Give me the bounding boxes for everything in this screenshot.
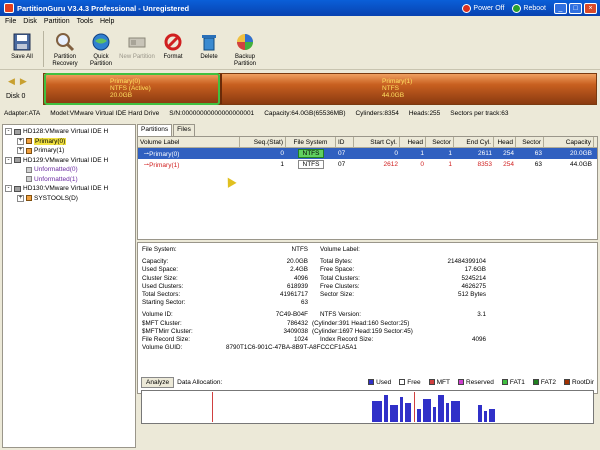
backup-partition-button[interactable]: Backup Partition bbox=[227, 28, 263, 67]
hard-disk-icon bbox=[14, 185, 21, 192]
reboot-icon bbox=[512, 3, 522, 13]
maximize-button[interactable]: □ bbox=[569, 2, 582, 14]
save-all-button[interactable]: Save All bbox=[4, 28, 40, 61]
hard-disk-icon bbox=[14, 128, 21, 135]
disk-label: Disk 0 bbox=[6, 93, 26, 100]
tab-files[interactable]: Files bbox=[173, 124, 195, 136]
analyze-bar: Analyze Data Allocation: Used Free MFT R… bbox=[141, 376, 594, 388]
allocation-legend: Used Free MFT Reserved FAT1 FAT2 RootDir bbox=[368, 379, 594, 386]
title-bar: PartitionGuru V3.4.3 Professional - Unre… bbox=[0, 0, 600, 16]
next-disk-icon[interactable]: ▶ bbox=[20, 76, 27, 87]
partition-block-primary1[interactable]: Primary(1) NTFS 44.0GB bbox=[382, 78, 412, 99]
menu-help[interactable]: Help bbox=[100, 18, 114, 25]
partition-icon bbox=[26, 166, 32, 173]
partition-icon bbox=[26, 138, 32, 145]
partition-table: Volume Label Seq.(Stat) File System ID S… bbox=[137, 136, 598, 240]
tree-disk-hd130[interactable]: - HD130:VMware Virtual IDE H bbox=[5, 184, 133, 194]
save-icon bbox=[11, 31, 33, 53]
menu-file[interactable]: File bbox=[5, 18, 16, 25]
window-title: PartitionGuru V3.4.3 Professional - Unre… bbox=[17, 3, 190, 13]
app-icon bbox=[4, 3, 14, 13]
data-allocation-label: Data Allocation: bbox=[177, 378, 223, 386]
tree-unformatted0[interactable]: Unformatted(0) bbox=[5, 165, 133, 175]
disk-map-area: ◀ ▶ Disk 0 Primary(0) NTFS (Active) 20.0… bbox=[0, 70, 600, 108]
hard-disk-icon bbox=[14, 157, 21, 164]
partition-details: File System: NTFS Volume Label: Capacity: 2… bbox=[137, 242, 598, 394]
power-off-button[interactable]: Power Off bbox=[462, 3, 504, 13]
menu-bar: File Disk Partition Tools Help bbox=[0, 16, 600, 27]
partition-icon bbox=[26, 195, 32, 202]
tree-partition-primary1[interactable]: + Primary(1) bbox=[5, 146, 133, 156]
toolbar: Save All Partition Recovery Quick Partit… bbox=[0, 28, 600, 70]
trash-icon bbox=[198, 31, 220, 53]
data-allocation-map bbox=[141, 390, 594, 424]
backup-icon bbox=[234, 31, 256, 53]
magnifier-icon bbox=[54, 31, 76, 53]
quick-partition-button[interactable]: Quick Partition bbox=[83, 28, 119, 67]
menu-disk[interactable]: Disk bbox=[23, 18, 37, 25]
minimize-button[interactable]: _ bbox=[554, 2, 567, 14]
menu-tools[interactable]: Tools bbox=[77, 18, 93, 25]
prev-disk-icon[interactable]: ◀ bbox=[8, 76, 15, 87]
table-row[interactable]: ⇀Primary(1) 1 NTFS 07 2612 0 1 8353 254 … bbox=[138, 159, 597, 170]
disk-tree: - HD128:VMware Virtual IDE H + Primary(0) … bbox=[2, 124, 136, 448]
tree-partition-primary0[interactable]: + Primary(0) bbox=[5, 137, 133, 147]
toolbar-separator bbox=[43, 31, 44, 67]
disk-info-line: Adapter:ATA Model:VMware Virtual IDE Har… bbox=[4, 110, 509, 117]
right-panel: Partitions Files Volume Label Seq.(Stat)… bbox=[137, 124, 598, 448]
new-partition-icon bbox=[126, 31, 148, 53]
delete-button[interactable]: Delete bbox=[191, 28, 227, 61]
partition-divider bbox=[220, 74, 222, 104]
globe-icon bbox=[90, 31, 112, 53]
format-icon bbox=[162, 31, 184, 53]
analyze-button[interactable]: Analyze bbox=[141, 376, 175, 388]
menu-partition[interactable]: Partition bbox=[44, 18, 70, 25]
disk-map: Primary(0) NTFS (Active) 20.0GB Primary(… bbox=[43, 73, 597, 105]
close-button[interactable]: × bbox=[584, 2, 597, 14]
new-partition-button[interactable]: New Partition bbox=[119, 28, 155, 61]
tree-partition-systools[interactable]: + SYSTOOLS(D) bbox=[5, 194, 133, 204]
table-header: Volume Label Seq.(Stat) File System ID S… bbox=[138, 136, 597, 148]
partition-icon bbox=[26, 176, 32, 183]
tree-disk-hd129[interactable]: - HD129:VMware Virtual IDE H bbox=[5, 156, 133, 166]
tree-disk-hd128[interactable]: - HD128:VMware Virtual IDE H bbox=[5, 127, 133, 137]
partition-icon bbox=[26, 147, 32, 154]
power-icon bbox=[462, 3, 472, 13]
tree-unformatted1[interactable]: Unformatted(1) bbox=[5, 175, 133, 185]
tab-partitions[interactable]: Partitions bbox=[137, 124, 173, 136]
reboot-button[interactable]: Reboot bbox=[512, 3, 546, 13]
table-row[interactable]: ⇀Primary(0) 0 NTFS 07 0 1 1 2611 254 63 … bbox=[138, 148, 597, 159]
partition-recovery-button[interactable]: Partition Recovery bbox=[47, 28, 83, 67]
format-button[interactable]: Format bbox=[155, 28, 191, 61]
